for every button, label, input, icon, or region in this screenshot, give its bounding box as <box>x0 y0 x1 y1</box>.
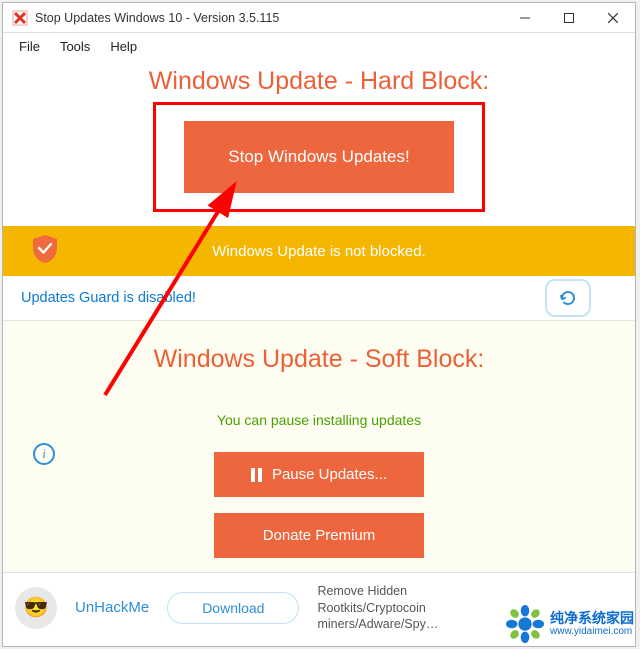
status-bar: Windows Update is not blocked. <box>3 226 635 276</box>
status-text: Windows Update is not blocked. <box>212 243 425 260</box>
guard-status-link[interactable]: Updates Guard is disabled! <box>21 290 196 306</box>
donate-button[interactable]: Donate Premium <box>214 513 424 558</box>
promo-download-button[interactable]: Download <box>167 592 299 624</box>
menubar: File Tools Help <box>3 33 635 59</box>
close-icon <box>608 13 618 23</box>
guard-row: Updates Guard is disabled! <box>3 276 635 320</box>
refresh-icon <box>558 288 578 308</box>
soft-block-section: Windows Update - Soft Block: You can pau… <box>3 320 635 572</box>
annotation-highlight-box: Stop Windows Updates! <box>153 102 484 212</box>
minimize-button[interactable] <box>503 3 547 33</box>
refresh-button[interactable] <box>545 279 591 317</box>
app-icon <box>11 9 29 27</box>
promo-bar: 😎 UnHackMe Download Remove Hidden Rootki… <box>3 572 635 646</box>
hard-block-section: Windows Update - Hard Block: Stop Window… <box>3 59 635 226</box>
close-button[interactable] <box>591 3 635 33</box>
window-title: Stop Updates Windows 10 - Version 3.5.11… <box>35 11 503 25</box>
info-icon[interactable]: i <box>33 443 55 465</box>
maximize-icon <box>564 13 574 23</box>
maximize-button[interactable] <box>547 3 591 33</box>
promo-avatar-icon: 😎 <box>15 587 57 629</box>
minimize-icon <box>520 13 530 23</box>
titlebar: Stop Updates Windows 10 - Version 3.5.11… <box>3 3 635 33</box>
content-area: Windows Update - Hard Block: Stop Window… <box>3 59 635 646</box>
pause-icon <box>251 468 262 482</box>
promo-description: Remove Hidden Rootkits/Cryptocoin miners… <box>317 583 487 632</box>
stop-updates-button[interactable]: Stop Windows Updates! <box>184 121 453 193</box>
pause-updates-button[interactable]: Pause Updates... <box>214 452 424 497</box>
pause-updates-label: Pause Updates... <box>272 466 387 483</box>
app-window: Stop Updates Windows 10 - Version 3.5.11… <box>2 2 636 647</box>
soft-block-heading: Windows Update - Soft Block: <box>3 345 635 374</box>
hard-block-heading: Windows Update - Hard Block: <box>3 67 635 96</box>
menu-help[interactable]: Help <box>100 36 147 57</box>
pause-note: You can pause installing updates <box>3 412 635 428</box>
promo-name-link[interactable]: UnHackMe <box>75 599 149 616</box>
menu-file[interactable]: File <box>9 36 50 57</box>
menu-tools[interactable]: Tools <box>50 36 100 57</box>
shield-icon <box>31 234 59 268</box>
